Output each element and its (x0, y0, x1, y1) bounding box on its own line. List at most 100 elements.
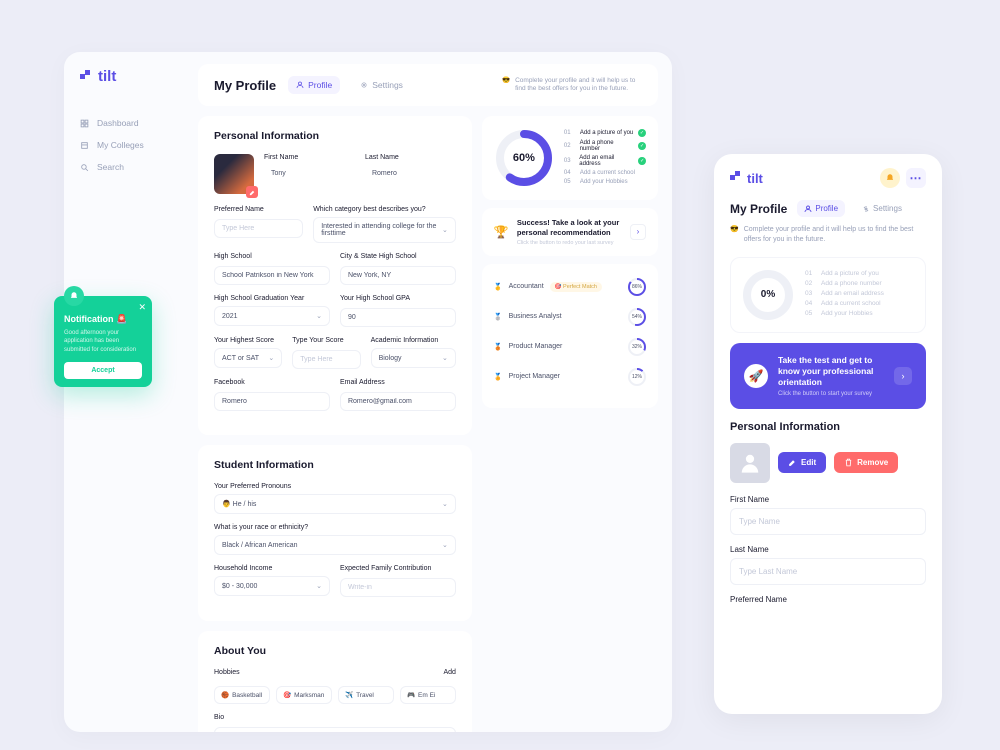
colleges-icon (80, 141, 89, 150)
mobile-more-button[interactable]: ⋯ (906, 168, 926, 188)
bio-input[interactable] (214, 727, 456, 732)
mobile-avatar (730, 443, 770, 483)
percent-ring: 32% (628, 338, 646, 356)
efc-input[interactable] (340, 578, 456, 597)
user-icon (296, 81, 304, 89)
nav-colleges[interactable]: My Colleges (74, 134, 174, 156)
chevron-down-icon: ⌄ (316, 582, 322, 590)
dashboard-icon (80, 119, 89, 128)
acad-select[interactable]: Biology⌄ (371, 348, 456, 368)
race-label: What is your race or ethnicity? (214, 524, 456, 531)
close-icon[interactable]: ✕ (138, 302, 146, 313)
nav-dashboard[interactable]: Dashboard (74, 112, 174, 134)
mobile-tab-profile[interactable]: Profile (797, 200, 845, 217)
avatar-edit-icon[interactable] (246, 186, 258, 198)
category-select[interactable]: Interested in attending college for the … (313, 217, 456, 243)
main-content: My Profile Profile Settings 😎 Complete y… (184, 52, 672, 732)
highschool-label: High School (214, 253, 330, 260)
match-badge: 🎯 Perfect Match (550, 282, 602, 292)
percent-ring: 12% (628, 368, 646, 386)
section-title: Student Information (214, 459, 456, 471)
income-select[interactable]: $0 - 30,000⌄ (214, 576, 330, 596)
preferred-name-input[interactable] (214, 219, 303, 238)
facebook-input[interactable] (214, 392, 330, 411)
facebook-label: Facebook (214, 379, 330, 386)
cta-button[interactable]: › (894, 367, 912, 385)
recommendation-item[interactable]: 🥇Accountant🎯 Perfect Match86% (494, 276, 646, 298)
gear-icon (360, 81, 368, 89)
chevron-down-icon: ⌄ (268, 354, 274, 362)
accept-button[interactable]: Accept (64, 362, 142, 379)
edit-button[interactable]: Edit (778, 452, 826, 473)
about-you-card: About You Hobbies Add 🏀Basketball🎯Marksm… (198, 631, 472, 732)
email-label: Email Address (340, 379, 456, 386)
bell-icon (64, 286, 84, 306)
add-hobby-button[interactable]: Add (443, 669, 455, 680)
mobile-progress-value: 0% (741, 268, 795, 322)
hs-city-input[interactable] (340, 266, 456, 285)
remove-button[interactable]: Remove (834, 452, 898, 473)
acad-label: Academic Information (371, 337, 456, 344)
highschool-input[interactable] (214, 266, 330, 285)
left-column: Personal Information First Name Tony (198, 116, 472, 732)
mobile-progress-card: 0% 01Add a picture of you02Add a phone n… (730, 257, 926, 333)
brand-text: tilt (747, 171, 763, 186)
hobby-chip[interactable]: 🎮Em Ei (400, 686, 456, 704)
trophy-icon: 🏆 (494, 225, 509, 239)
pronoun-select[interactable]: 👨 He / his⌄ (214, 494, 456, 514)
mobile-section-title: Personal Information (730, 421, 926, 433)
m-last-name-input[interactable] (730, 558, 926, 585)
category-label: Which category best describes you? (313, 206, 456, 213)
mobile-notifications-button[interactable] (880, 168, 900, 188)
mobile-checklist: 01Add a picture of you02Add a phone numb… (805, 270, 915, 320)
score-select[interactable]: ACT or SAT⌄ (214, 348, 282, 368)
email-input[interactable] (340, 392, 456, 411)
cta-subtitle: Click the button to start your survey (778, 391, 884, 397)
progress-donut: 60% (494, 128, 554, 188)
m-first-name-label: First Name (730, 495, 926, 504)
page-title: My Profile (214, 78, 276, 93)
checklist-item: 03Add an email address (805, 290, 915, 297)
logo-icon (80, 70, 94, 84)
tab-label: Settings (372, 80, 403, 90)
progress-value: 60% (494, 128, 554, 188)
checklist-item: 02Add a phone number (805, 280, 915, 287)
grad-year-select[interactable]: 2021⌄ (214, 306, 330, 326)
income-label: Household Income (214, 565, 330, 572)
m-first-name-input[interactable] (730, 508, 926, 535)
chevron-down-icon: ⌄ (442, 226, 448, 234)
hobby-chip[interactable]: 🎯Marksman (276, 686, 332, 704)
brand-logo: tilt (80, 68, 116, 85)
mobile-tab-settings[interactable]: Settings (855, 200, 909, 217)
hobby-chip[interactable]: ✈️Travel (338, 686, 394, 704)
chevron-down-icon: ⌄ (442, 500, 448, 508)
checklist-item: 02Add a phone number✓ (564, 140, 646, 152)
nav-search[interactable]: Search (74, 156, 174, 178)
success-subtitle: Click the button to redo your last surve… (517, 240, 622, 246)
race-select[interactable]: Black / African American⌄ (214, 535, 456, 555)
mobile-tip: 😎 Complete your profile and it will help… (730, 225, 926, 245)
gpa-label: Your High School GPA (340, 295, 456, 302)
m-preferred-label: Preferred Name (730, 595, 926, 604)
score-type-input[interactable] (292, 350, 360, 369)
recommendation-item[interactable]: 🥉Product Manager32% (494, 336, 646, 358)
avatar[interactable] (214, 154, 254, 194)
success-title: Success! Take a look at your personal re… (517, 218, 622, 238)
tab-profile[interactable]: Profile (288, 76, 340, 94)
notification-body: Good afternoon your application has been… (64, 329, 142, 354)
score-label: Your Highest Score (214, 337, 282, 344)
section-title: Personal Information (214, 130, 456, 142)
tab-label: Profile (815, 204, 838, 213)
success-action-button[interactable]: › (630, 224, 646, 240)
pronoun-label: Your Preferred Pronouns (214, 483, 456, 490)
recommendation-item[interactable]: 🏅Project Manager12% (494, 366, 646, 388)
gpa-input[interactable] (340, 308, 456, 327)
hobby-chip[interactable]: 🏀Basketball (214, 686, 270, 704)
mobile-header: tilt ⋯ (730, 168, 926, 188)
checklist-item: 05Add your Hobbies (564, 179, 646, 185)
recommendation-item[interactable]: 🥈Business Analyst54% (494, 306, 646, 328)
efc-label: Expected Family Contribution (340, 565, 456, 572)
header-tip: 😎 Complete your profile and it will help… (502, 77, 642, 94)
nav-label: Search (97, 162, 124, 172)
tab-settings[interactable]: Settings (352, 76, 411, 94)
